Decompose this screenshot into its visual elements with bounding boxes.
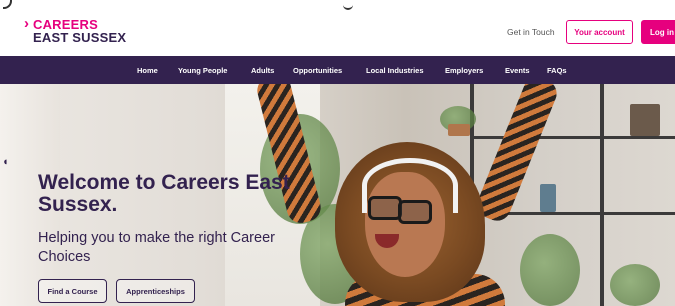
- glasses-lens-right: [398, 200, 432, 224]
- logo-line2: EAST SUSSEX: [33, 30, 127, 45]
- nav-item-adults[interactable]: Adults: [251, 66, 274, 75]
- partial-glyph: [3, 0, 12, 9]
- chevron-left-icon[interactable]: ◖: [2, 156, 9, 168]
- find-a-course-button[interactable]: Find a Course: [38, 279, 107, 303]
- main-nav: Home Young People Adults Opportunities L…: [0, 56, 675, 84]
- shelf-post: [600, 84, 604, 306]
- pot-image: [448, 124, 470, 136]
- hero-title: Welcome to Careers East Sussex.: [38, 171, 290, 216]
- nav-item-employers[interactable]: Employers: [445, 66, 483, 75]
- apprenticeships-button[interactable]: Apprenticeships: [116, 279, 195, 303]
- plant-image: [610, 264, 660, 306]
- shelf-board: [470, 136, 675, 139]
- your-account-button[interactable]: Your account: [566, 20, 633, 44]
- nav-item-opportunities[interactable]: Opportunities: [293, 66, 342, 75]
- hero-banner: ◖ Welcome to Careers East Sussex. Helpin…: [0, 84, 675, 306]
- get-in-touch-link[interactable]: Get in Touch: [507, 27, 555, 37]
- site-header: › CAREERS EAST SUSSEX Get in Touch Your …: [0, 0, 675, 56]
- login-button[interactable]: Log in: [641, 20, 675, 44]
- logo-chevron-icon: ›: [24, 15, 29, 32]
- nav-item-young-people[interactable]: Young People: [178, 66, 227, 75]
- nav-item-faqs[interactable]: FAQs: [547, 66, 567, 75]
- nav-item-home[interactable]: Home: [137, 66, 158, 75]
- plant-image: [520, 234, 580, 306]
- picture-frame-image: [630, 104, 660, 136]
- nav-item-local-industries[interactable]: Local Industries: [366, 66, 424, 75]
- hero-subtitle: Helping you to make the right Career Cho…: [38, 230, 275, 265]
- vase-image: [540, 184, 556, 212]
- nav-item-events[interactable]: Events: [505, 66, 530, 75]
- glasses-lens-left: [368, 196, 402, 220]
- partial-glyph: [343, 0, 353, 10]
